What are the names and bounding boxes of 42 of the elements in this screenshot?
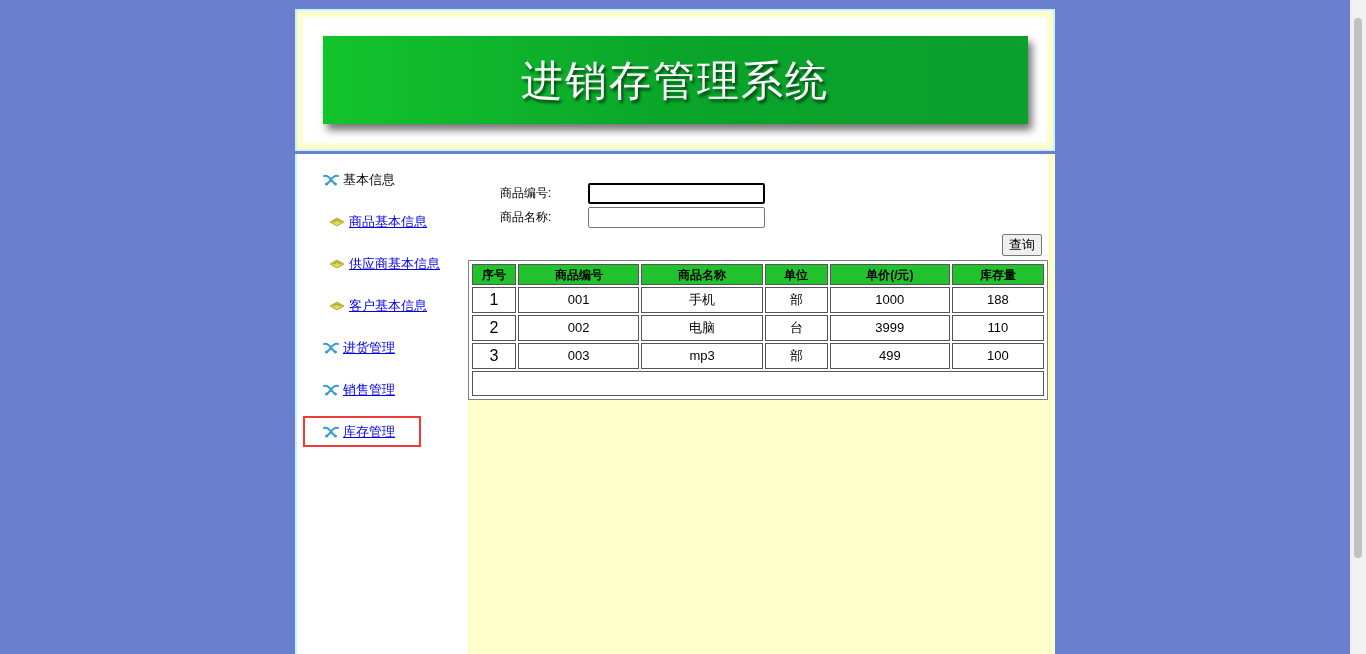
table-cell: 2 (472, 315, 516, 341)
table-cell: 部 (764, 343, 828, 369)
nav-item[interactable]: 供应商基本信息 (303, 248, 448, 279)
table-cell: 电脑 (641, 315, 763, 341)
table-cell: 3999 (829, 315, 950, 341)
table-cell: 台 (764, 315, 828, 341)
nav-item[interactable]: 销售管理 (303, 374, 421, 405)
nav-link[interactable]: 客户基本信息 (349, 295, 427, 316)
nav-link[interactable]: 商品基本信息 (349, 211, 427, 232)
table-cell: 110 (951, 315, 1044, 341)
column-header: 序号 (472, 264, 516, 285)
table-cell: 003 (518, 343, 640, 369)
column-header: 商品编号 (518, 264, 640, 285)
field-label: 商品编号: (500, 185, 553, 202)
nav-item[interactable]: 库存管理 (303, 416, 421, 447)
column-header: 单位 (764, 264, 828, 285)
nav-item[interactable]: 商品基本信息 (303, 206, 435, 237)
nav-link[interactable]: 进货管理 (343, 337, 395, 358)
nav-link[interactable]: 销售管理 (343, 379, 395, 400)
field-label: 商品名称: (500, 209, 553, 226)
nav-item[interactable]: 客户基本信息 (303, 290, 435, 321)
table-cell: mp3 (641, 343, 763, 369)
column-header: 商品名称 (641, 264, 763, 285)
table-cell: 100 (951, 343, 1044, 369)
banner-title: 进销存管理系统 (521, 54, 829, 107)
column-header: 单价(/元) (829, 264, 950, 285)
query-button[interactable]: 查询 (1002, 234, 1042, 256)
table-cell: 001 (518, 287, 640, 313)
column-header: 库存量 (951, 264, 1044, 285)
table-cell: 499 (829, 343, 950, 369)
table-cell: 部 (764, 287, 828, 313)
table-cell: 1000 (829, 287, 950, 313)
nav-item[interactable]: 基本信息 (303, 164, 421, 195)
nav-item[interactable]: 进货管理 (303, 332, 421, 363)
nav-link[interactable]: 供应商基本信息 (349, 253, 440, 274)
table-cell: 188 (951, 287, 1044, 313)
table-cell: 手机 (641, 287, 763, 313)
nav-label: 基本信息 (343, 170, 395, 189)
table-cell: 3 (472, 343, 516, 369)
nav-link[interactable]: 库存管理 (343, 421, 395, 442)
table-cell: 1 (472, 287, 516, 313)
table-cell: 002 (518, 315, 640, 341)
